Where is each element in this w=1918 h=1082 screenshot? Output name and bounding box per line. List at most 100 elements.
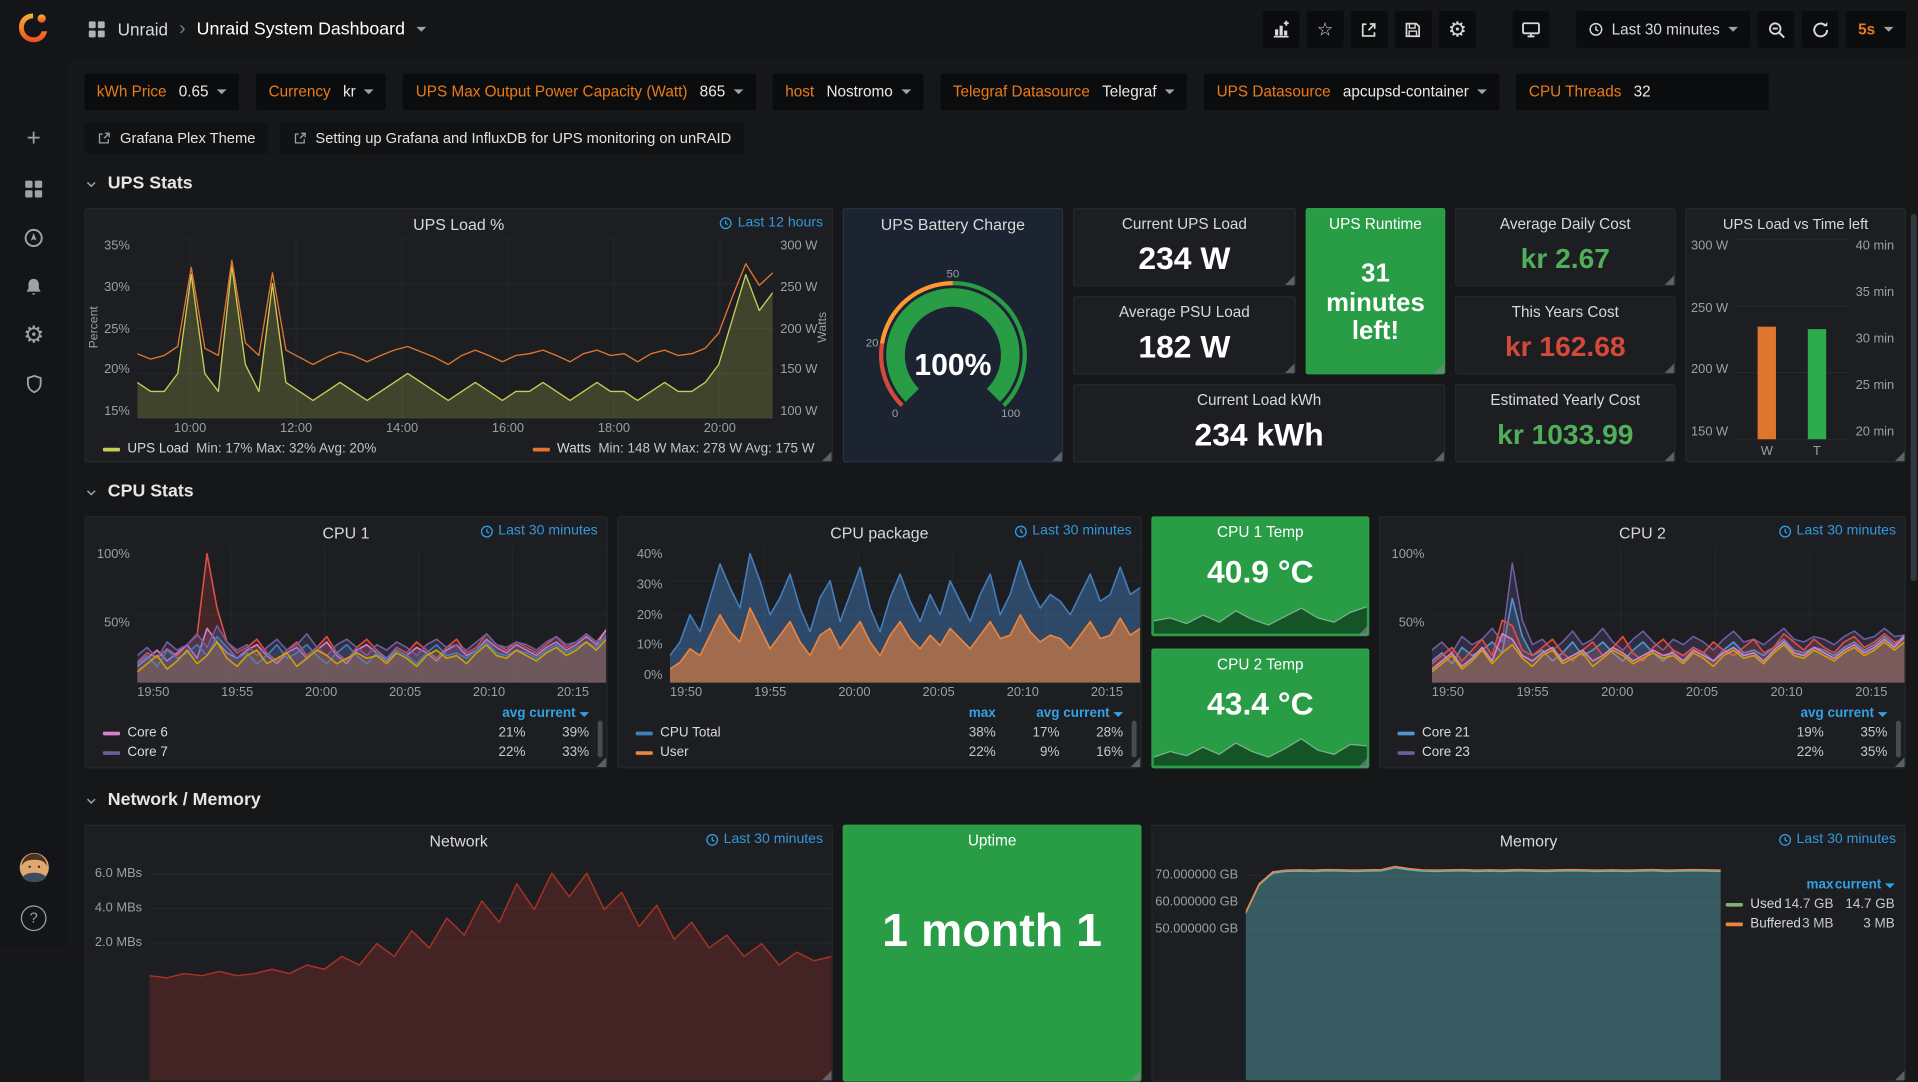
dashboard-title[interactable]: Unraid System Dashboard <box>197 20 405 40</box>
panel-time-override[interactable]: Last 30 minutes <box>1778 524 1896 539</box>
panel-title[interactable]: UPS Battery Charge <box>881 215 1025 233</box>
legend-row[interactable]: User22%9%16% <box>636 743 1123 763</box>
refresh-button[interactable] <box>1802 11 1839 48</box>
svg-text:50: 50 <box>947 268 960 280</box>
panel-title[interactable]: UPS Load vs Time left <box>1723 215 1868 232</box>
load-vs-time-chart[interactable]: WT <box>1736 239 1849 440</box>
stat-title[interactable]: Average PSU Load <box>1074 303 1294 320</box>
legend-row[interactable]: Used14.7 GB14.7 GB <box>1726 894 1895 914</box>
legend-sort-header[interactable]: current <box>1824 706 1888 721</box>
bar-W[interactable]: W <box>1758 239 1776 440</box>
legend-sort-header[interactable]: current <box>525 706 589 721</box>
variable-ups-datasource[interactable]: UPS Datasourceapcupsd-container <box>1204 73 1499 110</box>
legend-scrollbar[interactable] <box>1896 721 1901 758</box>
grafana-logo-icon[interactable] <box>15 10 52 47</box>
legend-sort-header[interactable]: avg <box>1760 706 1824 721</box>
section-ups-stats[interactable]: UPS Stats <box>85 174 193 194</box>
save-dashboard-button[interactable] <box>1395 11 1432 48</box>
panel-title[interactable]: UPS Load % <box>413 215 504 233</box>
axis-tick: 60.000000 GB <box>1155 896 1238 923</box>
sidebar-item-configuration[interactable]: ⚙ <box>0 314 67 356</box>
variable-telegraf-datasource[interactable]: Telegraf DatasourceTelegraf <box>941 73 1188 110</box>
stat-title[interactable]: Estimated Yearly Cost <box>1456 392 1674 409</box>
axis-tick: 19:55 <box>221 685 253 700</box>
legend-sort-header[interactable]: max <box>1772 877 1833 892</box>
variable-host[interactable]: hostNostromo <box>773 73 923 110</box>
panel-title[interactable]: CPU 2 <box>1619 523 1666 541</box>
panel-title[interactable]: Memory <box>1500 831 1558 849</box>
time-range-picker[interactable]: Last 30 minutes <box>1576 11 1750 48</box>
stat-title[interactable]: UPS Runtime <box>1307 215 1444 232</box>
breadcrumb-root[interactable]: Unraid <box>118 20 169 40</box>
legend-sort-header[interactable]: max <box>932 706 996 721</box>
stat-title[interactable]: Uptime <box>844 832 1140 849</box>
cpu1-chart[interactable] <box>137 547 606 683</box>
user-profile-button[interactable] <box>0 847 67 889</box>
battery-charge-gauge[interactable]: 02050100100% <box>844 239 1062 462</box>
share-dashboard-button[interactable] <box>1351 11 1388 48</box>
panel-time-override[interactable]: Last 30 minutes <box>1778 832 1896 847</box>
refresh-interval-picker[interactable]: 5s <box>1846 11 1906 48</box>
zoom-out-time-button[interactable] <box>1758 11 1795 48</box>
panel-title[interactable]: Network <box>429 831 487 849</box>
sidebar-item-dashboards[interactable] <box>0 168 67 210</box>
stat-title[interactable]: CPU 2 Temp <box>1153 656 1369 673</box>
legend-sort-header[interactable]: avg <box>462 706 526 721</box>
link-grafana-plex-theme[interactable]: Grafana Plex Theme <box>85 122 268 154</box>
legend-row[interactable]: CPU Total38%17%28% <box>636 723 1123 743</box>
variable-cpu-threads[interactable]: CPU Threads32 <box>1517 73 1769 110</box>
cpu-package-chart[interactable] <box>670 547 1140 683</box>
title-caret-icon[interactable] <box>416 27 426 32</box>
legend-row[interactable]: Buffered3 MB3 MB <box>1726 914 1895 934</box>
add-panel-button[interactable] <box>1263 11 1300 48</box>
panel-time-override[interactable]: Last 30 minutes <box>1014 524 1132 539</box>
legend-item[interactable]: WattsMin: 148 W Max: 278 W Avg: 175 W <box>533 442 815 457</box>
legend-item[interactable]: UPS LoadMin: 17% Max: 32% Avg: 20% <box>103 442 377 457</box>
panel-time-override[interactable]: Last 12 hours <box>719 215 823 230</box>
cpu-threads-input[interactable]: 32 <box>1634 83 1756 100</box>
create-button[interactable]: + <box>0 117 67 159</box>
sidebar-item-server-admin[interactable] <box>0 363 67 405</box>
legend-sort-header[interactable]: avg <box>996 706 1060 721</box>
link-ups-monitoring-guide[interactable]: Setting up Grafana and InfluxDB for UPS … <box>280 122 744 154</box>
cycle-view-mode-button[interactable] <box>1512 11 1549 48</box>
help-button[interactable]: ? <box>0 897 67 939</box>
section-cpu-stats[interactable]: CPU Stats <box>85 482 194 502</box>
legend-sort-header[interactable]: current <box>1834 877 1895 892</box>
stat-title[interactable]: Current UPS Load <box>1074 215 1294 232</box>
axis-tick: 20:15 <box>557 685 589 700</box>
page-scrollbar[interactable] <box>1911 214 1917 581</box>
network-chart[interactable] <box>149 855 831 1080</box>
legend-scrollbar[interactable] <box>1132 721 1137 758</box>
legend-row[interactable]: Core 2322%35% <box>1397 743 1887 763</box>
section-network-memory[interactable]: Network / Memory <box>85 790 261 810</box>
star-dashboard-button[interactable]: ☆ <box>1307 11 1344 48</box>
legend-row[interactable]: Core 621%39% <box>103 723 589 743</box>
variable-kwh-price[interactable]: kWh Price0.65 <box>85 73 240 110</box>
legend-sort-header[interactable]: current <box>1059 706 1123 721</box>
panel-title[interactable]: CPU 1 <box>323 523 370 541</box>
bar-T[interactable]: T <box>1808 239 1826 440</box>
panel-time-override[interactable]: Last 30 minutes <box>705 832 823 847</box>
variable-currency[interactable]: Currencykr <box>256 73 386 110</box>
legend-row[interactable]: Core 2119%35% <box>1397 723 1887 743</box>
stat-title[interactable]: CPU 1 Temp <box>1153 524 1369 541</box>
stat-title[interactable]: Average Daily Cost <box>1456 215 1674 232</box>
dashboard-settings-button[interactable]: ⚙ <box>1439 11 1476 48</box>
memory-chart[interactable] <box>1246 855 1721 1080</box>
stat-value: 234 W <box>1074 232 1294 285</box>
sidebar-item-alerting[interactable] <box>0 265 67 307</box>
ups-load-chart[interactable] <box>137 239 773 419</box>
panel-title[interactable]: CPU package <box>830 523 928 541</box>
stat-title[interactable]: This Years Cost <box>1456 303 1674 320</box>
legend-row[interactable]: Core 722%33% <box>103 743 589 763</box>
variable-ups-max-output[interactable]: UPS Max Output Power Capacity (Watt)865 <box>403 73 755 110</box>
legend-scrollbar[interactable] <box>598 721 603 758</box>
dashboard-grid-icon[interactable] <box>87 20 107 40</box>
cpu2-chart[interactable] <box>1432 547 1905 683</box>
sidebar-item-explore[interactable] <box>0 217 67 259</box>
dashboard-variables: kWh Price0.65 Currencykr UPS Max Output … <box>85 73 1906 110</box>
stat-title[interactable]: Current Load kWh <box>1074 392 1444 409</box>
bar-label: T <box>1808 444 1826 459</box>
panel-time-override[interactable]: Last 30 minutes <box>480 524 598 539</box>
